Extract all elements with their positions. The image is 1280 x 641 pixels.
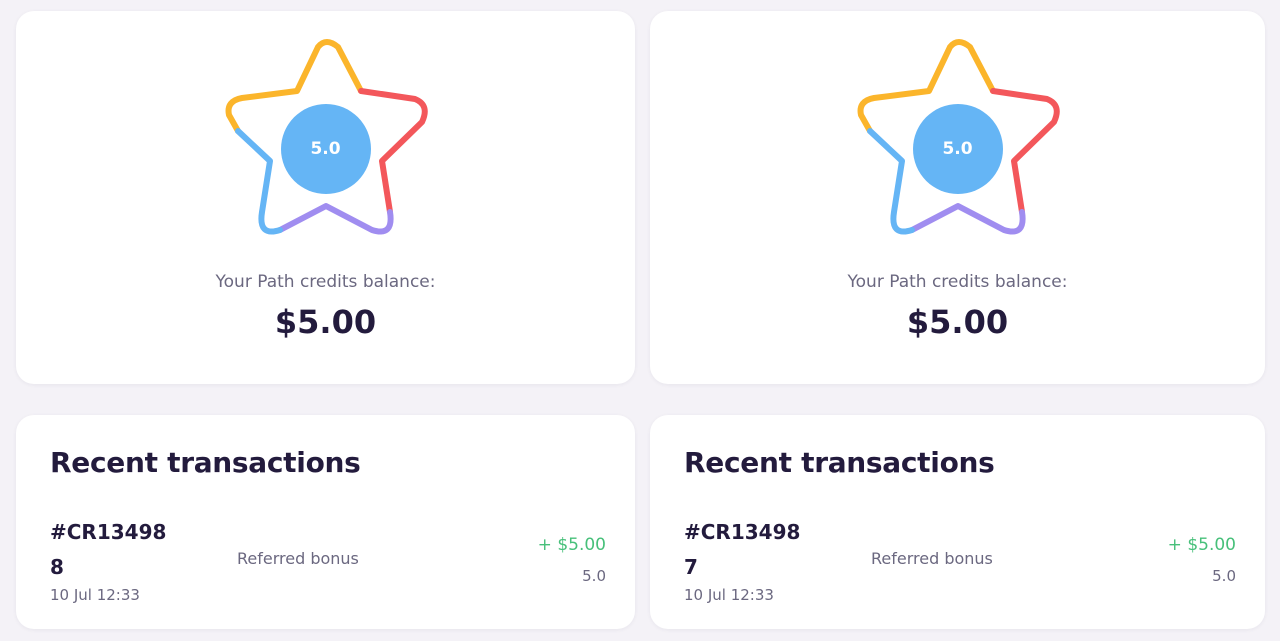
- balance-amount: $5.00: [274, 303, 377, 341]
- star-rating-icon: 5.0: [218, 39, 434, 255]
- recent-transactions-card: Recent transactions #CR134987 10 Jul 12:…: [650, 415, 1265, 629]
- transaction-id: #CR134987: [684, 520, 801, 579]
- balance-card: 5.0 Your Path credits balance: $5.00: [650, 11, 1265, 384]
- transaction-row[interactable]: #CR134987 10 Jul 12:33 Referred bonus + …: [684, 513, 1236, 609]
- balance-label: Your Path credits balance:: [847, 272, 1068, 292]
- transaction-amount: + $5.00: [537, 535, 606, 555]
- transaction-id: #CR134988: [50, 520, 167, 579]
- balance-card: 5.0 Your Path credits balance: $5.00: [16, 11, 635, 384]
- transaction-score: 5.0: [1212, 567, 1236, 585]
- recent-transactions-title: Recent transactions: [684, 446, 995, 479]
- recent-transactions-card: Recent transactions #CR134988 10 Jul 12:…: [16, 415, 635, 629]
- transaction-amount: + $5.00: [1167, 535, 1236, 555]
- transaction-date: 10 Jul 12:33: [684, 586, 774, 604]
- transaction-row[interactable]: #CR134988 10 Jul 12:33 Referred bonus + …: [50, 513, 606, 609]
- transaction-score: 5.0: [582, 567, 606, 585]
- star-rating-icon: 5.0: [850, 39, 1066, 255]
- balance-amount: $5.00: [906, 303, 1009, 341]
- balance-label: Your Path credits balance:: [215, 272, 436, 292]
- transaction-description: Referred bonus: [871, 549, 993, 568]
- transaction-description: Referred bonus: [237, 549, 359, 568]
- recent-transactions-title: Recent transactions: [50, 446, 361, 479]
- star-score-circle: 5.0: [912, 104, 1003, 194]
- transaction-date: 10 Jul 12:33: [50, 586, 140, 604]
- star-score-circle: 5.0: [280, 104, 371, 194]
